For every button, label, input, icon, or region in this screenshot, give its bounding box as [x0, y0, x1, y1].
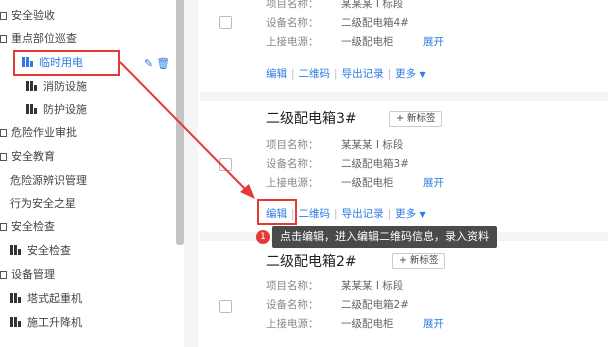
sidebar-item-safety-star[interactable]: 行为安全之星	[10, 193, 76, 215]
card-divider	[200, 92, 608, 101]
card-checkbox[interactable]	[219, 158, 232, 171]
device-label: 设备名称：	[266, 158, 319, 170]
chart-bars-icon	[10, 293, 21, 303]
sidebar-item-construction-hoist[interactable]: 施工升降机	[10, 312, 82, 334]
upstream-label: 上接电源：	[266, 177, 319, 189]
card-actions: 编辑 | 二维码 | 导出记录 | 更多 ▼	[266, 68, 426, 80]
sidebar-item-tower-crane[interactable]: 塔式起重机	[10, 288, 82, 310]
export-records-link[interactable]: 导出记录	[342, 68, 384, 80]
upstream-value: 一级配电柜	[341, 318, 394, 330]
project-label: 项目名称：	[266, 139, 319, 151]
sidebar-item-actions: ✎🗑	[144, 57, 173, 70]
collapse-square-icon	[0, 153, 7, 161]
new-tag-button[interactable]: + 新标签	[392, 253, 446, 269]
sidebar-item-hazard-identification[interactable]: 危险源辨识管理	[10, 170, 87, 192]
project-value: 某某某 I 标段	[341, 139, 404, 151]
sidebar-item-safety-check[interactable]: 安全检查	[10, 240, 71, 262]
sidebar-nav: 安全验收 重点部位巡查 临时用电 ✎🗑 消防设施 防护设施 危险作业审批 安全教…	[0, 0, 176, 347]
collapse-square-icon	[0, 35, 7, 43]
chevron-down-icon: ▼	[419, 210, 426, 219]
card-checkbox[interactable]	[219, 16, 232, 29]
device-value: 二级配电箱3#	[341, 158, 409, 170]
upstream-value: 一级配电柜	[341, 36, 394, 48]
qrcode-link[interactable]: 二维码	[299, 68, 331, 80]
upstream-label: 上接电源：	[266, 36, 319, 48]
collapse-square-icon	[0, 223, 7, 231]
sidebar-item-equipment-management[interactable]: 设备管理	[0, 264, 55, 286]
card-checkbox[interactable]	[219, 300, 232, 313]
device-label: 设备名称：	[266, 17, 319, 29]
sidebar-item-key-inspection[interactable]: 重点部位巡查	[0, 28, 77, 50]
sidebar-scrollbar[interactable]	[176, 0, 184, 245]
device-value: 二级配电箱2#	[341, 299, 409, 311]
sidebar-item-safety-check-group[interactable]: 安全检查	[0, 216, 55, 238]
sidebar-item-safety-acceptance[interactable]: 安全验收	[0, 5, 55, 27]
card-title: 二级配电箱2#	[266, 254, 357, 270]
expand-link[interactable]: 展开	[423, 175, 444, 190]
upstream-value: 一级配电柜	[341, 177, 394, 189]
project-value: 某某某 I 标段	[341, 0, 404, 10]
chart-bars-icon	[26, 104, 37, 114]
card-title: 二级配电箱3#	[266, 111, 357, 127]
sidebar-item-hazard-work-approval[interactable]: 危险作业审批	[0, 122, 77, 144]
trash-icon[interactable]: 🗑	[156, 57, 173, 70]
project-label: 项目名称：	[266, 280, 319, 292]
highlight-box-temporary-power	[13, 50, 120, 76]
collapse-square-icon	[0, 271, 7, 279]
sidebar-item-safety-education[interactable]: 安全教育	[0, 146, 55, 168]
expand-link[interactable]: 展开	[423, 316, 444, 331]
more-dropdown[interactable]: 更多 ▼	[395, 68, 426, 80]
pen-icon[interactable]: ✎	[144, 57, 156, 70]
qrcode-link[interactable]: 二维码	[299, 208, 331, 220]
export-records-link[interactable]: 导出记录	[342, 208, 384, 220]
sidebar-item-fire-facilities[interactable]: 消防设施	[26, 76, 87, 98]
chart-bars-icon	[10, 317, 21, 327]
sidebar-item-protection-facilities[interactable]: 防护设施	[26, 99, 87, 121]
project-label: 项目名称：	[266, 0, 319, 10]
chart-bars-icon	[26, 81, 37, 91]
expand-link[interactable]: 展开	[423, 34, 444, 49]
upstream-label: 上接电源：	[266, 318, 319, 330]
collapse-square-icon	[0, 12, 7, 20]
step-number-badge: 1	[256, 230, 270, 244]
project-value: 某某某 I 标段	[341, 280, 404, 292]
highlight-box-edit	[257, 199, 297, 225]
chart-bars-icon	[10, 245, 21, 255]
device-value: 二级配电箱4#	[341, 17, 409, 29]
more-dropdown[interactable]: 更多 ▼	[395, 208, 426, 220]
guide-tooltip: 点击编辑，进入编辑二维码信息，录入资料	[272, 226, 497, 248]
chevron-down-icon: ▼	[419, 70, 426, 79]
collapse-square-icon	[0, 129, 7, 137]
new-tag-button[interactable]: + 新标签	[389, 111, 443, 127]
device-label: 设备名称：	[266, 299, 319, 311]
content-gutter	[184, 0, 198, 347]
edit-link[interactable]: 编辑	[266, 68, 287, 80]
